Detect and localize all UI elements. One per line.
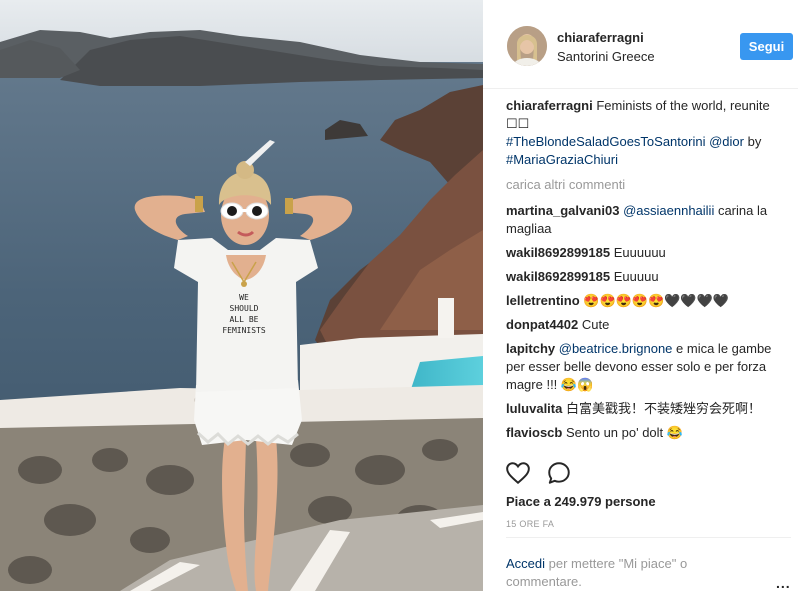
comment-username[interactable]: wakil8692899185: [506, 245, 610, 260]
divider: [506, 537, 791, 538]
follow-button[interactable]: Segui: [740, 33, 793, 60]
comment-item: lapitchy @beatrice.brignone e mica le ga…: [506, 340, 791, 394]
svg-text:SHOULD: SHOULD: [230, 304, 259, 313]
caption-mention-dior[interactable]: @dior: [709, 134, 744, 149]
comment-bubble-icon[interactable]: [546, 460, 572, 486]
comment-text: Sento un po' dolt 😂: [565, 425, 683, 440]
load-more-comments[interactable]: carica altri commenti: [506, 176, 791, 194]
svg-text:FEMINISTS: FEMINISTS: [222, 326, 266, 335]
post-photo: WE SHOULD ALL BE FEMINISTS: [0, 0, 483, 591]
post-username[interactable]: chiaraferragni: [557, 30, 644, 45]
post-caption: chiaraferragni Feminists of the world, r…: [506, 97, 791, 169]
comment-username[interactable]: flavioscb: [506, 425, 562, 440]
svg-text:ALL BE: ALL BE: [230, 315, 259, 324]
comment-text: Euuuuuu: [613, 245, 666, 260]
comment-username[interactable]: lapitchy: [506, 341, 555, 356]
comment-username[interactable]: wakil8692899185: [506, 269, 610, 284]
post-location[interactable]: Santorini Greece: [557, 49, 655, 64]
avatar[interactable]: [507, 26, 547, 66]
post-header: chiaraferragni Santorini Greece Segui: [483, 0, 798, 89]
comment-username[interactable]: donpat4402: [506, 317, 578, 332]
caption-hashtag[interactable]: #TheBlondeSaladGoesToSantorini: [506, 134, 705, 149]
comment-item: lelletrentino 😍😍😍😍😍🖤🖤🖤🖤: [506, 292, 791, 310]
comment-username[interactable]: lelletrentino: [506, 293, 580, 308]
post-side-panel: chiaraferragni Santorini Greece Segui ch…: [483, 0, 798, 591]
comment-text: Euuuuu: [613, 269, 659, 284]
caption-username[interactable]: chiaraferragni: [506, 98, 593, 113]
more-options-icon[interactable]: ...: [776, 575, 791, 591]
comment-username[interactable]: luluvalita: [506, 401, 562, 416]
comment-item: flavioscb Sento un po' dolt 😂: [506, 424, 791, 442]
login-prompt: Accedi per mettere "Mi piace" o commenta…: [506, 555, 736, 591]
likes-count[interactable]: Piace a 249.979 persone: [506, 494, 656, 509]
comment-text: 白富美戳我！不装矮矬穷会死啊！: [565, 401, 761, 416]
svg-text:WE: WE: [239, 293, 249, 302]
caption-by: by: [747, 134, 762, 149]
comments-list[interactable]: chiaraferragni Feminists of the world, r…: [506, 97, 791, 452]
comment-mention[interactable]: @assiaennhailii: [623, 203, 714, 218]
comment-item: wakil8692899185 Euuuuu: [506, 268, 791, 286]
comment-item: luluvalita 白富美戳我！不装矮矬穷会死啊！: [506, 400, 791, 418]
comment-mention[interactable]: @beatrice.brignone: [559, 341, 673, 356]
login-link[interactable]: Accedi: [506, 556, 545, 571]
like-heart-icon[interactable]: [505, 460, 531, 486]
post-timestamp: 15 ORE FA: [506, 519, 555, 529]
comment-item: donpat4402 Cute: [506, 316, 791, 334]
comment-text: 😍😍😍😍😍🖤🖤🖤🖤: [583, 293, 729, 308]
comment-text: Cute: [581, 317, 610, 332]
comment-item: martina_galvani03 @assiaennhailii carina…: [506, 202, 791, 238]
caption-mention-chiuri[interactable]: #MariaGraziaChiuri: [506, 152, 618, 167]
comment-item: wakil8692899185 Euuuuuu: [506, 244, 791, 262]
comment-username[interactable]: martina_galvani03: [506, 203, 619, 218]
